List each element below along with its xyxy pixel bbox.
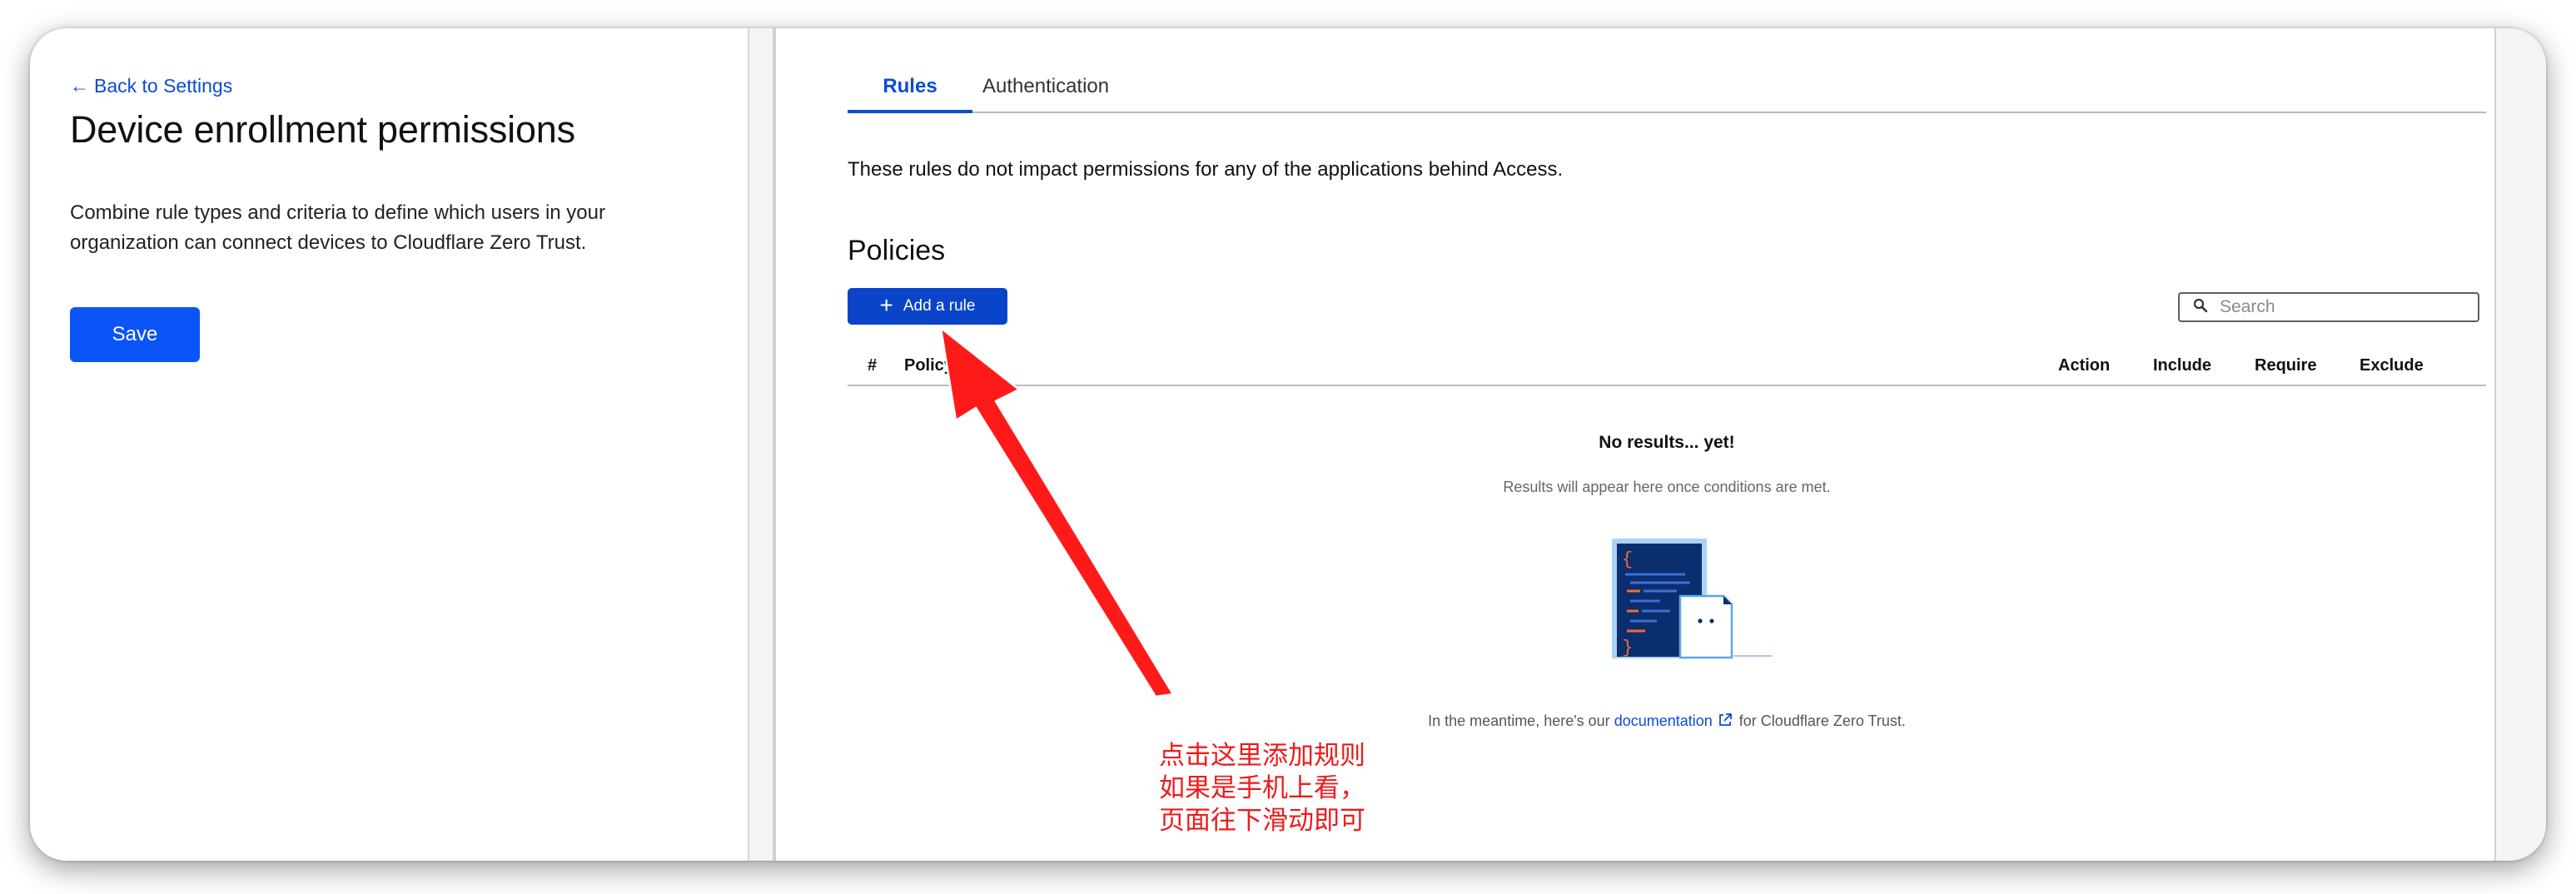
annotation-text: 点击这里添加规则 如果是手机上看， 页面往下滑动即可 [1159,741,1365,835]
annotation-arrow [939,326,1175,698]
app-window: ← Back to Settings Device enrollment perm… [30,28,2546,861]
